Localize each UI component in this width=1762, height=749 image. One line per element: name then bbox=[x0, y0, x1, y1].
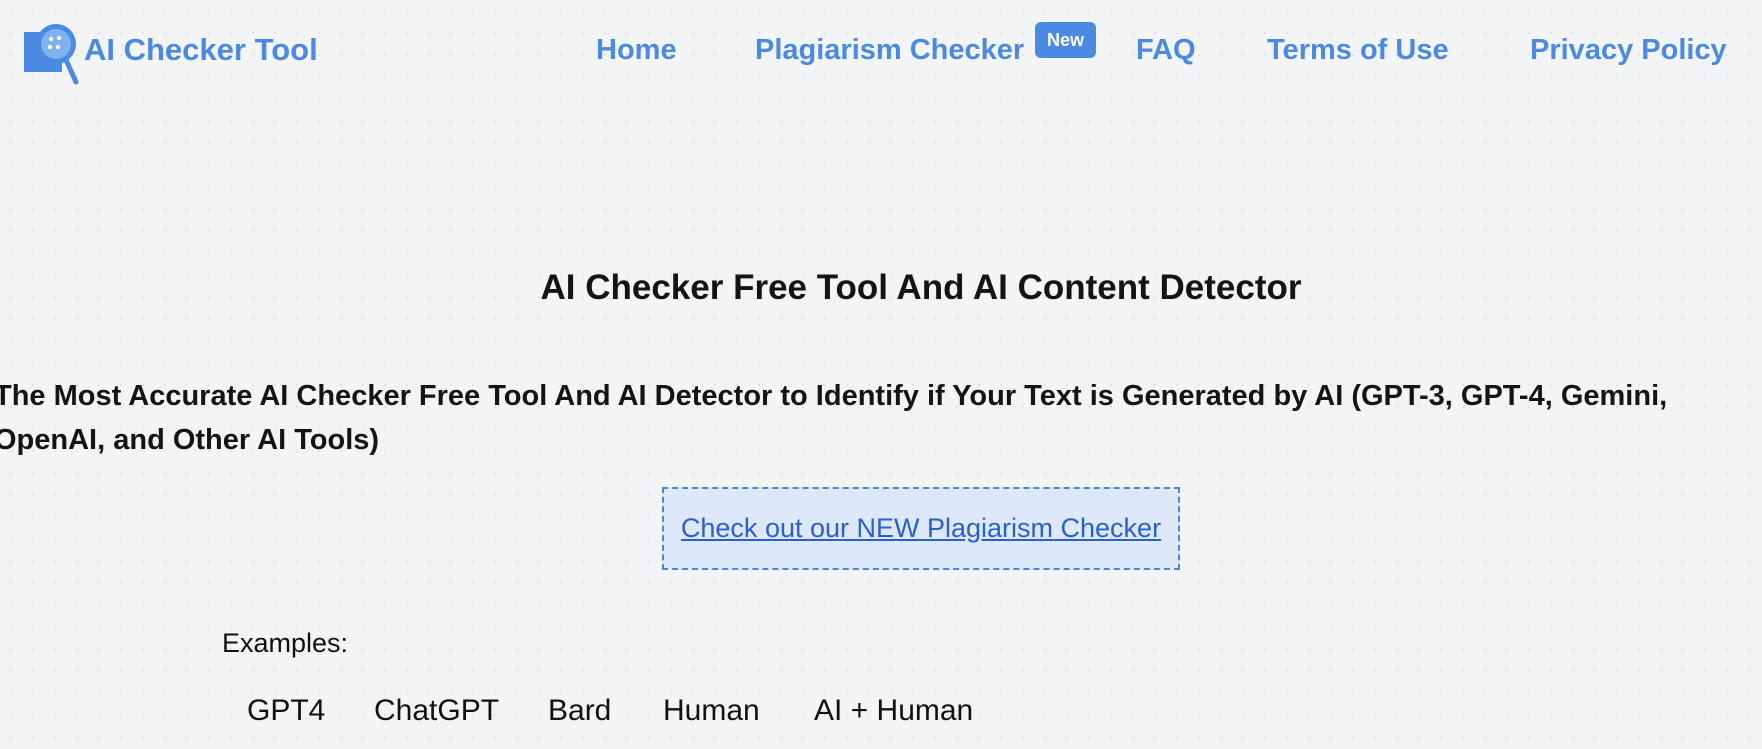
example-tab-chatgpt[interactable]: ChatGPT bbox=[374, 694, 499, 728]
page-subtitle: The Most Accurate AI Checker Free Tool A… bbox=[0, 380, 1668, 456]
new-badge: New bbox=[1035, 22, 1096, 58]
nav-faq[interactable]: FAQ bbox=[1136, 34, 1196, 67]
nav-home[interactable]: Home bbox=[596, 34, 677, 67]
examples-label: Examples: bbox=[222, 628, 349, 658]
nav-plagiarism-checker[interactable]: Plagiarism Checker bbox=[755, 34, 1024, 67]
example-tab-human[interactable]: Human bbox=[663, 694, 760, 728]
nav-privacy-policy[interactable]: Privacy Policy bbox=[1530, 34, 1727, 67]
page-title: AI Checker Free Tool And AI Content Dete… bbox=[540, 268, 1302, 307]
promo-banner: Check out our NEW Plagiarism Checker bbox=[662, 487, 1180, 570]
examples-tabs: GPT4 ChatGPT Bard Human AI + Human bbox=[0, 694, 1762, 734]
example-tab-gpt4[interactable]: GPT4 bbox=[247, 694, 325, 728]
main-nav: Home Plagiarism Checker FAQ Terms of Use… bbox=[0, 34, 1762, 74]
plagiarism-checker-promo-link[interactable]: Check out our NEW Plagiarism Checker bbox=[681, 513, 1161, 544]
example-tab-bard[interactable]: Bard bbox=[548, 694, 611, 728]
nav-terms-of-use[interactable]: Terms of Use bbox=[1267, 34, 1449, 67]
example-tab-ai-human[interactable]: AI + Human bbox=[814, 694, 973, 728]
site-header: AI Checker Tool Home Plagiarism Checker … bbox=[0, 0, 1762, 100]
